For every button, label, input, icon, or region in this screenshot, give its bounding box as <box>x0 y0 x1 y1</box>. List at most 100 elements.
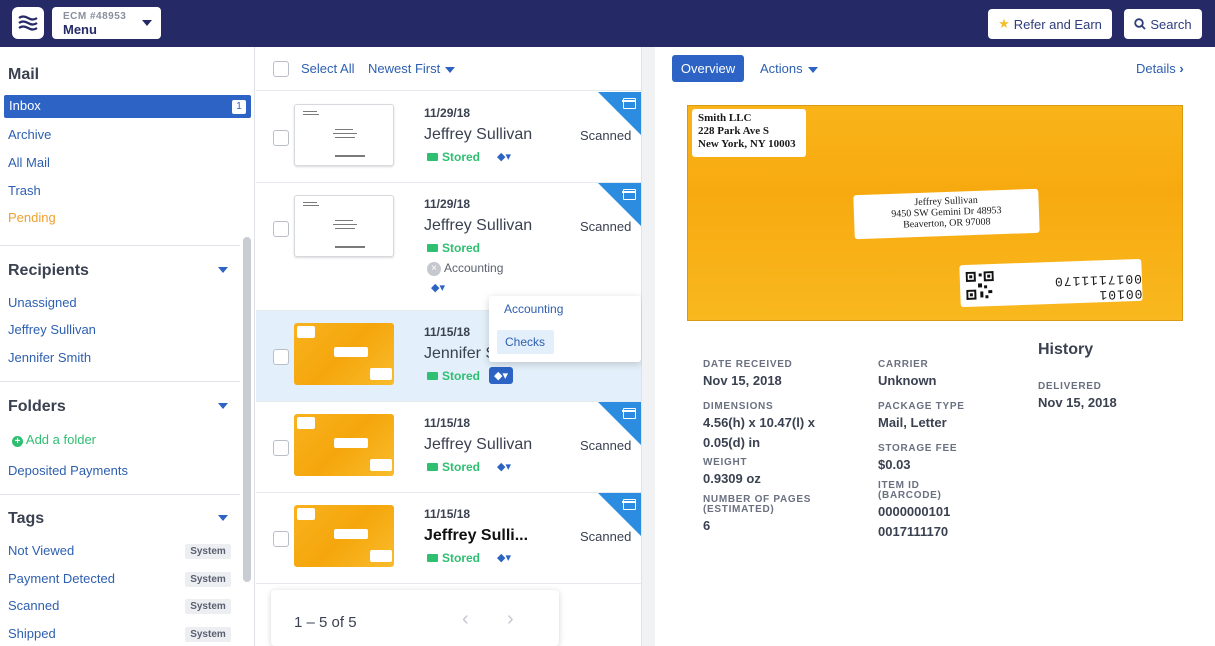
return-address-line: New York, NY 10003 <box>698 138 796 150</box>
archive-icon <box>622 499 636 510</box>
select-all-link[interactable]: Select All <box>301 61 354 76</box>
folder-tag[interactable]: Stored <box>427 551 480 565</box>
tag-dropdown[interactable]: ◆▾ <box>431 281 445 294</box>
mail-date: 11/29/18 <box>424 197 471 211</box>
list-item[interactable]: 11/29/18 Jeffrey Sullivan Scanned Stored… <box>256 92 641 183</box>
select-all-checkbox[interactable] <box>273 61 289 77</box>
weight-value: 0.9309 oz <box>703 471 761 486</box>
envelope-thumbnail <box>294 414 394 476</box>
folder-icon <box>427 244 438 252</box>
recipient-address-label: Jeffrey Sullivan 9450 SW Gemini Dr 48953… <box>853 188 1040 240</box>
add-folder-button[interactable]: + Add a folder <box>12 432 96 447</box>
waves-icon <box>18 15 38 31</box>
chevron-down-icon <box>445 66 456 73</box>
tag-label: Accounting <box>444 261 504 275</box>
chevron-right-icon[interactable]: › <box>507 608 514 631</box>
folder-label: Stored <box>442 551 481 565</box>
row-checkbox[interactable] <box>273 130 289 146</box>
sidebar-item-payment-detected[interactable]: Payment Detected <box>8 571 115 586</box>
mail-date: 11/15/18 <box>424 507 471 521</box>
sidebar-item-jeffrey-sullivan[interactable]: Jeffrey Sullivan <box>8 322 96 337</box>
carrier-label: CARRIER <box>878 359 929 370</box>
search-button[interactable]: Search <box>1124 9 1202 39</box>
return-address-line: Smith LLC <box>698 112 752 124</box>
app-logo-button[interactable] <box>12 7 44 39</box>
sidebar-item-not-viewed[interactable]: Not Viewed <box>8 543 74 558</box>
tag-option-accounting[interactable]: Accounting <box>504 302 563 316</box>
list-item[interactable]: 11/15/18 Jeffrey Sullivan Scanned Stored… <box>256 402 641 493</box>
sidebar-item-scanned[interactable]: Scanned <box>8 598 59 613</box>
detail-pane: Overview Actions Details › Smith LLC 228… <box>655 47 1215 646</box>
sidebar-item-jennifer-smith[interactable]: Jennifer Smith <box>8 350 91 365</box>
folder-tag[interactable]: Stored <box>427 241 480 255</box>
dimensions-label: DIMENSIONS <box>703 401 774 412</box>
sidebar-item-archive[interactable]: Archive <box>8 127 51 142</box>
mail-date: 11/15/18 <box>424 325 471 339</box>
sort-dropdown[interactable]: Newest First <box>368 61 456 76</box>
chevron-left-icon[interactable]: ‹ <box>462 608 469 631</box>
pane-divider[interactable] <box>642 47 655 646</box>
tag-icon: ◆▾ <box>497 151 511 163</box>
folders-heading: Folders <box>8 398 66 415</box>
list-item[interactable]: 11/29/18 Jeffrey Sullivan Scanned Stored… <box>256 183 641 311</box>
tags-heading: Tags <box>8 510 45 527</box>
recipients-collapse-icon[interactable] <box>218 267 228 273</box>
sidebar-item-unassigned[interactable]: Unassigned <box>8 295 77 310</box>
folder-tag[interactable]: Stored <box>427 460 480 474</box>
folder-icon <box>427 554 438 562</box>
sidebar-item-deposited-payments[interactable]: Deposited Payments <box>8 463 128 478</box>
actions-dropdown[interactable]: Actions <box>760 61 818 76</box>
tag-dropdown[interactable]: ◆▾ <box>497 460 511 473</box>
sidebar-item-pending[interactable]: Pending <box>8 210 56 225</box>
menu-dropdown[interactable]: ECM #48953 Menu <box>52 7 161 39</box>
folder-label: Stored <box>442 241 481 255</box>
row-checkbox[interactable] <box>273 440 289 456</box>
tag-dropdown[interactable]: ◆▾ <box>497 551 511 564</box>
pages-label: (ESTIMATED) <box>703 504 775 515</box>
row-checkbox[interactable] <box>273 349 289 365</box>
sidebar-scrollbar[interactable] <box>243 237 251 582</box>
tab-overview[interactable]: Overview <box>672 55 744 82</box>
folder-tag[interactable]: Stored <box>427 369 480 383</box>
refer-label: Refer and Earn <box>1013 16 1102 32</box>
row-checkbox[interactable] <box>273 221 289 237</box>
tags-collapse-icon[interactable] <box>218 515 228 521</box>
dimensions-value: 0.05(d) in <box>703 435 761 450</box>
tag-dropdown[interactable]: ◆▾ <box>489 367 513 384</box>
plus-circle-icon: + <box>12 436 23 447</box>
history-heading: History <box>1038 341 1094 358</box>
list-item[interactable]: 11/15/18 Jeffrey Sulli... Scanned Stored… <box>256 493 641 584</box>
system-badge: System <box>185 544 231 559</box>
sidebar-item-trash[interactable]: Trash <box>8 183 41 198</box>
sidebar-item-all-mail[interactable]: All Mail <box>8 155 50 170</box>
tag-option-checks[interactable]: Checks <box>497 330 554 354</box>
tag-dropdown[interactable]: ◆▾ <box>497 150 511 163</box>
row-checkbox[interactable] <box>273 531 289 547</box>
item-id-label: (BARCODE) <box>878 490 942 501</box>
folders-collapse-icon[interactable] <box>218 403 228 409</box>
tag-icon: ◆▾ <box>497 552 511 564</box>
qr-code-icon <box>965 270 994 300</box>
mail-date: 11/15/18 <box>424 416 471 430</box>
folder-icon <box>427 153 438 161</box>
folder-label: Stored <box>442 460 481 474</box>
sidebar: Mail Inbox 1 Archive All Mail Trash Pend… <box>0 47 255 646</box>
system-badge: System <box>185 599 231 614</box>
storage-fee-value: $0.03 <box>878 457 911 472</box>
folder-icon <box>427 463 438 471</box>
chevron-down-icon <box>142 20 152 26</box>
divider <box>0 381 240 382</box>
sidebar-item-label: Inbox <box>9 98 41 113</box>
sidebar-item-shipped[interactable]: Shipped <box>8 626 56 641</box>
system-badge: System <box>185 572 231 587</box>
sidebar-item-inbox[interactable]: Inbox 1 <box>4 95 251 118</box>
remove-tag-icon[interactable]: × <box>427 261 441 276</box>
refer-and-earn-button[interactable]: ★ Refer and Earn <box>988 9 1112 39</box>
folder-tag[interactable]: Stored <box>427 150 480 164</box>
envelope-scan-image[interactable]: Smith LLC 228 Park Ave S New York, NY 10… <box>687 105 1183 321</box>
details-link[interactable]: Details › <box>1136 61 1184 76</box>
divider <box>0 245 240 246</box>
mail-sender: Jeffrey Sulli... <box>424 527 529 544</box>
tag-icon: ◆▾ <box>494 370 508 382</box>
mail-sender: Jennifer S <box>424 345 497 362</box>
